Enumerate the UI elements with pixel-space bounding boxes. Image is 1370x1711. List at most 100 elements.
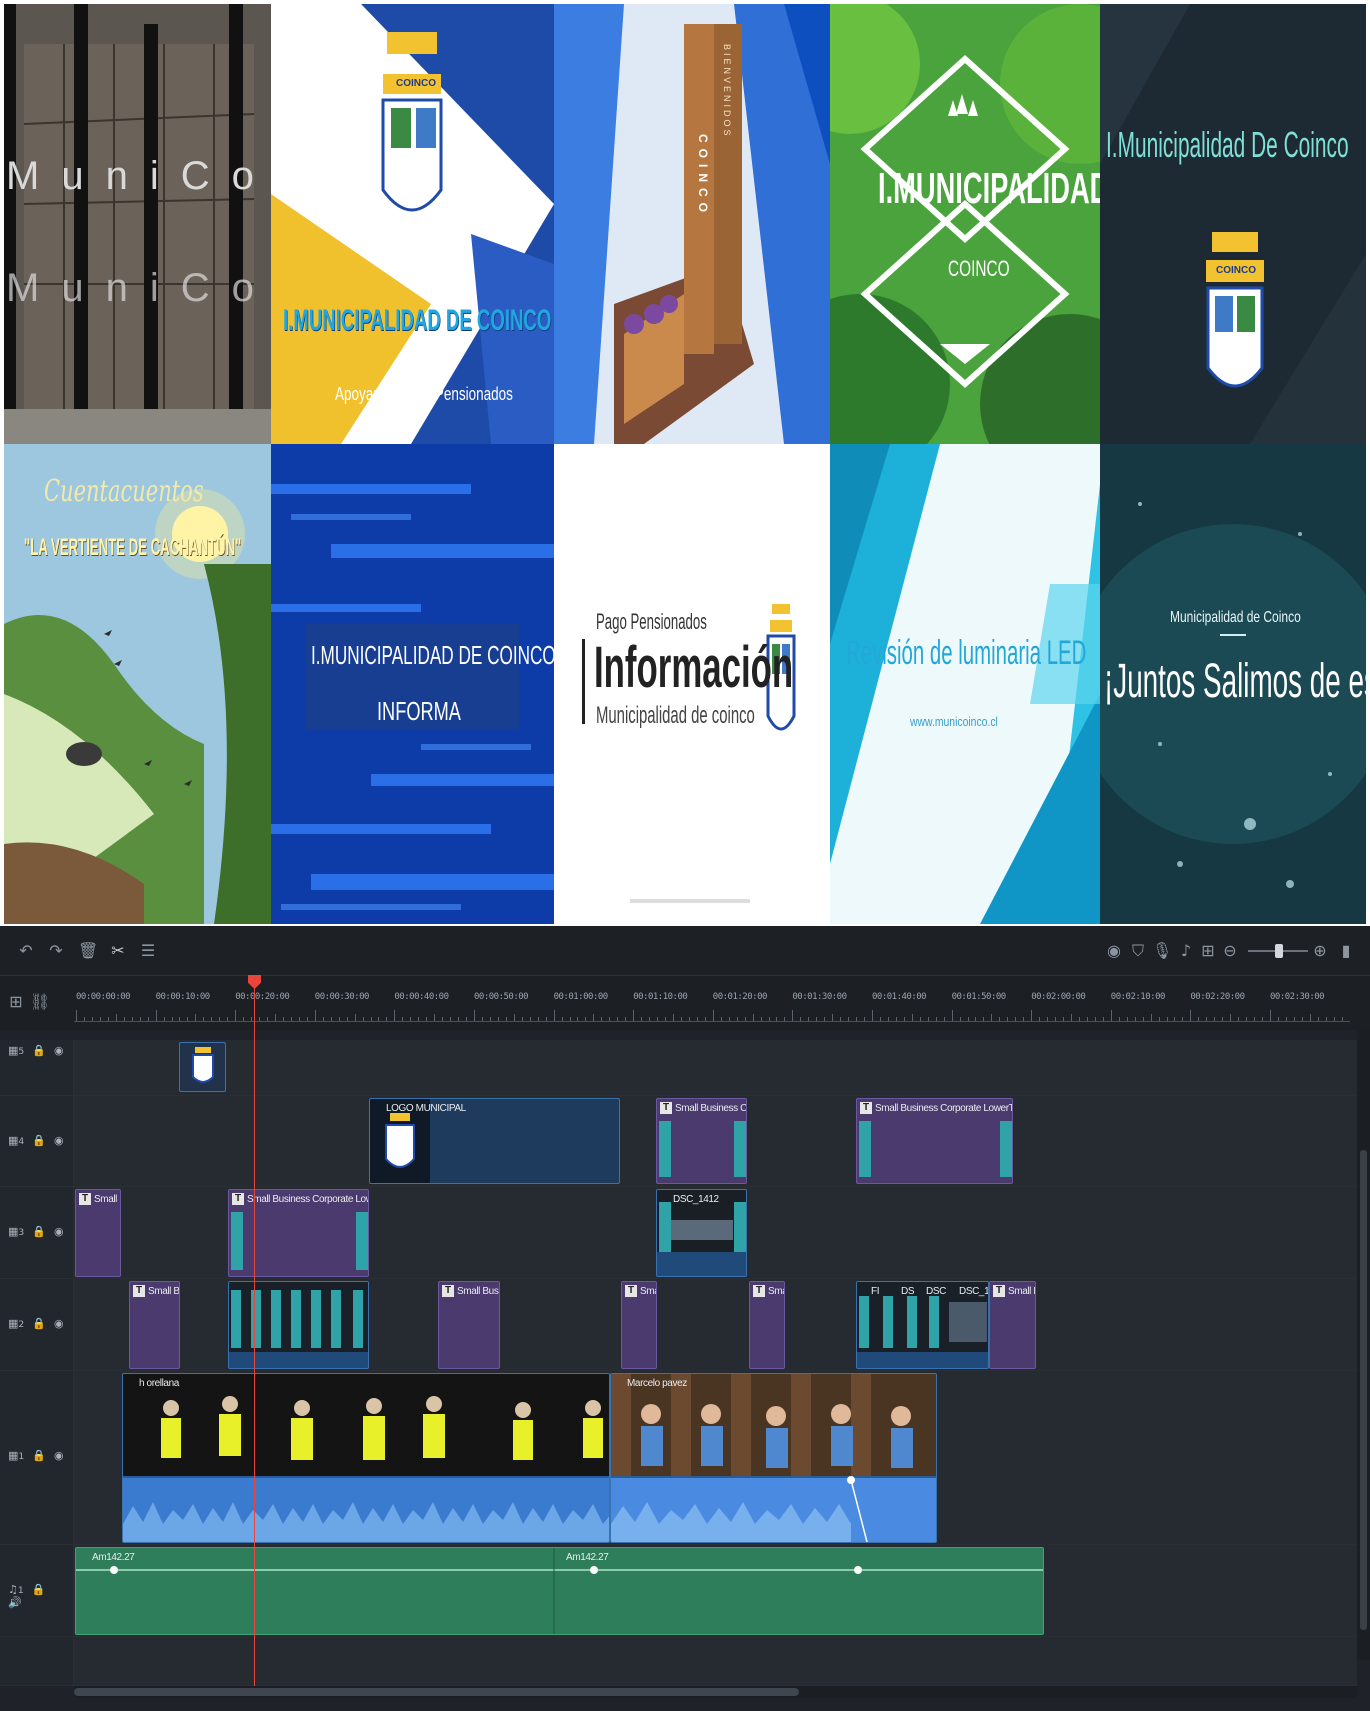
timeline-ruler[interactable]: ⊞ ⛓ 00:00:00:00 00:00:10:00 00:00:20:00 00:… xyxy=(0,976,1370,1030)
thumbnail-apoyando-pago[interactable]: COINCO I.MUNICIPALIDAD DE COINCO Apoyand… xyxy=(271,4,554,444)
clip-label-fi: FI xyxy=(871,1286,880,1297)
clip-label: DSC_1412 xyxy=(673,1194,719,1205)
clip-thumbnails xyxy=(229,1282,368,1352)
tile7-line1: I.MUNICIPALIDAD DE COINCO xyxy=(311,640,554,670)
template-thumbnail-grid: MuniCoinco MuniCoin COINCO I.MUNICIPALID… xyxy=(4,4,1366,924)
thumbnail-informa[interactable]: I.MUNICIPALIDAD DE COINCO INFORMA xyxy=(271,444,554,924)
dsc-1412-clip[interactable]: DSC_1412 xyxy=(656,1189,747,1277)
mic-icon[interactable]: 🎙 xyxy=(1152,941,1172,961)
zoom-in-icon[interactable]: ⊕ xyxy=(1310,941,1330,961)
crest-clip[interactable] xyxy=(179,1042,226,1092)
small-bu-clip-2[interactable]: T Small Bu xyxy=(989,1281,1036,1369)
link-icon[interactable]: ⛓ xyxy=(30,992,50,1012)
fit-icon[interactable]: ⊞ xyxy=(1198,941,1218,961)
tile2-background xyxy=(271,4,554,444)
ruler-tick-label: 00:00:10:00 xyxy=(155,992,211,1002)
small-clip-1[interactable]: T Small xyxy=(621,1281,657,1369)
visibility-icon[interactable]: ◉ xyxy=(54,1317,64,1330)
small-bu-clip[interactable]: T Small Bu xyxy=(75,1189,121,1277)
render-icon[interactable]: ◉ xyxy=(1104,941,1124,961)
small-clip-2[interactable]: T Small xyxy=(749,1281,785,1369)
volume-keyframe[interactable] xyxy=(110,1566,118,1574)
volume-keyframe[interactable] xyxy=(847,1476,855,1484)
photo-sequence-clip[interactable] xyxy=(228,1281,369,1369)
logo-municipal-clip[interactable]: LOGO MUNICIPAL xyxy=(369,1098,620,1184)
split-icon[interactable]: ✂ xyxy=(108,941,128,961)
lock-icon[interactable]: 🔒 xyxy=(32,1583,46,1596)
playhead-line[interactable] xyxy=(254,980,255,1695)
thumbnail-dark-crest[interactable]: I.Municipalidad De Coinco COINCO xyxy=(1100,4,1366,444)
tile9-title: Revisión de luminaria LED xyxy=(846,634,1087,672)
tile5-crest-text: COINCO xyxy=(1216,265,1256,276)
clip-label: Marcelo pavez xyxy=(627,1378,687,1389)
ruler-tick-label: 00:00:00:00 xyxy=(76,992,131,1002)
ruler-tick-label: 00:02:20:00 xyxy=(1190,992,1245,1002)
small-busi-clip[interactable]: T Small Busi xyxy=(129,1281,180,1369)
add-track-icon[interactable]: ⊞ xyxy=(6,992,26,1012)
volume-icon[interactable]: 🔊 xyxy=(8,1596,22,1609)
volume-keyframe[interactable] xyxy=(590,1566,598,1574)
lock-icon[interactable]: 🔒 xyxy=(32,1449,46,1462)
vertical-scrollbar-thumb[interactable] xyxy=(1360,1150,1367,1630)
zoom-slider-handle[interactable] xyxy=(1275,944,1283,958)
clip-thumbnails xyxy=(123,1374,609,1542)
ruler-scale-line xyxy=(74,1021,1350,1022)
tile2-crest-text: COINCO xyxy=(396,78,436,89)
clip-label: LOGO MUNICIPAL xyxy=(386,1103,466,1114)
small-busine-clip[interactable]: T Small Busine xyxy=(438,1281,500,1369)
thumbnail-juntos[interactable]: Municipalidad de Coinco ¡Juntos Salimos … xyxy=(1100,444,1366,924)
am142-audio-clip[interactable]: Am142.27 Am142.27 xyxy=(75,1547,1044,1635)
clip-thumbnails xyxy=(611,1374,936,1542)
delete-icon[interactable]: 🗑 xyxy=(78,941,98,961)
track-controls: ▦2 🔒 ◉ xyxy=(8,1317,72,1333)
volume-keyframe[interactable] xyxy=(854,1566,862,1574)
small-business-lower-third-clip[interactable]: T Small Business Corporate LowerThird xyxy=(228,1189,369,1277)
ruler-tick-label: 00:01:10:00 xyxy=(633,992,688,1002)
adjust-icon[interactable]: ☰ xyxy=(138,941,158,961)
ruler-tick-label: 00:01:00:00 xyxy=(553,992,609,1002)
redo-icon[interactable]: ↷ xyxy=(46,941,66,961)
clip-label-dsc: DSC xyxy=(926,1286,946,1297)
visibility-icon[interactable]: ◉ xyxy=(54,1044,64,1057)
lock-icon[interactable]: 🔒 xyxy=(32,1044,46,1057)
thumbnail-jungle[interactable]: I.MUNICIPALIDAD COINCO xyxy=(830,4,1100,444)
small-business-lower-third-2-clip[interactable]: T Small Business Corporate LowerThird 2 xyxy=(856,1098,1013,1184)
clip-label: Small Business Corpo xyxy=(675,1103,747,1114)
marcelo-pavez-clip[interactable]: Marcelo pavez xyxy=(610,1373,937,1543)
clip-label: h orellana xyxy=(139,1378,179,1389)
audio-track-icon: ♫1 xyxy=(8,1583,24,1596)
thumbnail-cuentacuentos[interactable]: Cuentacuentos "LA VERTIENTE DE CACHANTÚN… xyxy=(4,444,271,924)
lock-icon[interactable]: 🔒 xyxy=(32,1134,46,1147)
visibility-icon[interactable]: ◉ xyxy=(54,1449,64,1462)
thumbnail-luminaria[interactable]: Revisión de luminaria LED www.municoinco… xyxy=(830,444,1100,924)
track-controls: ▦1 🔒 ◉ xyxy=(8,1449,72,1465)
illustrated-landscape xyxy=(4,444,271,924)
dsc-group-clip[interactable]: FI DS DSC DSC_14 xyxy=(856,1281,989,1369)
track-lane[interactable] xyxy=(74,1040,1357,1095)
h-orellana-clip[interactable]: h orellana xyxy=(122,1373,610,1543)
tile4-title: I.MUNICIPALIDAD xyxy=(878,164,1100,213)
jungle-background xyxy=(830,4,1100,444)
tile7-line2: INFORMA xyxy=(377,696,461,726)
voiceover-icon[interactable]: ♪ xyxy=(1176,941,1196,961)
track-controls: ♫1 🔒 🔊 xyxy=(8,1583,72,1609)
lock-icon[interactable]: 🔒 xyxy=(32,1317,46,1330)
track-lane[interactable] xyxy=(74,1637,1357,1685)
pause-icon[interactable]: ▮ xyxy=(1336,941,1356,961)
horizontal-scrollbar-thumb[interactable] xyxy=(74,1688,799,1696)
ruler-tick-label: 00:01:30:00 xyxy=(792,992,847,1002)
visibility-icon[interactable]: ◉ xyxy=(54,1134,64,1147)
visibility-icon[interactable]: ◉ xyxy=(54,1225,64,1238)
marker-icon[interactable]: ⛉ xyxy=(1128,941,1148,961)
small-business-corpo-clip[interactable]: T Small Business Corpo xyxy=(656,1098,747,1184)
zoom-out-icon[interactable]: ⊖ xyxy=(1220,941,1240,961)
lock-icon[interactable]: 🔒 xyxy=(32,1225,46,1238)
thumbnail-municoinco[interactable]: MuniCoinco MuniCoin xyxy=(4,4,271,444)
thumbnail-monumento[interactable]: COINCO BIENVENIDOS xyxy=(554,4,830,444)
clip-label: Small Business Corporate LowerThird xyxy=(247,1194,368,1205)
thumbnail-informacion[interactable]: Pago Pensionados Información Municipalid… xyxy=(554,444,830,924)
clip-label: Small Busine xyxy=(457,1286,499,1297)
undo-icon[interactable]: ↶ xyxy=(16,941,36,961)
vertical-scrollbar[interactable] xyxy=(1357,1030,1370,1660)
horizontal-scrollbar[interactable] xyxy=(74,1686,1357,1698)
